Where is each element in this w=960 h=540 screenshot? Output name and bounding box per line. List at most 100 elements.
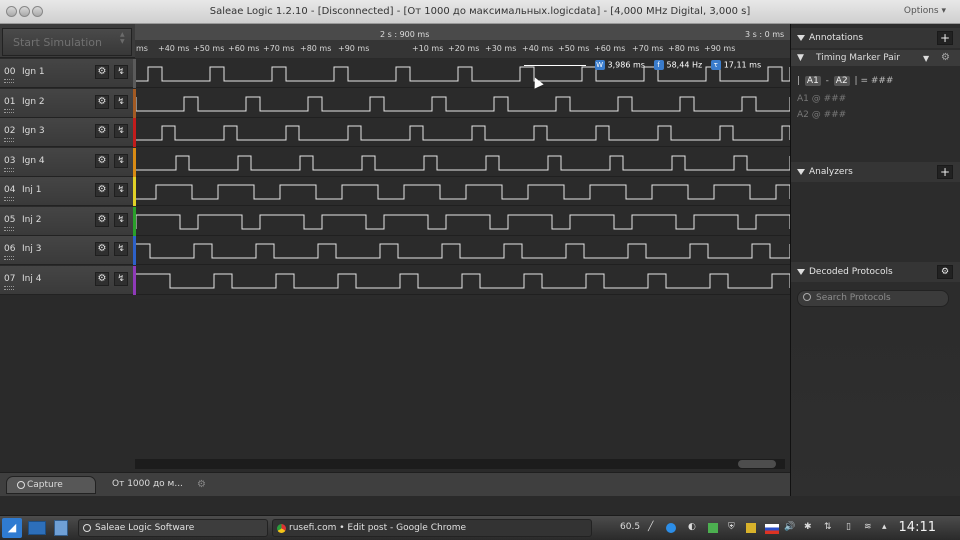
- trigger-icon[interactable]: ↯: [114, 271, 128, 286]
- ruler-tick-label: +90 ms: [338, 44, 370, 53]
- channel-waveform[interactable]: [136, 266, 790, 295]
- tray-app-icon[interactable]: [746, 523, 756, 533]
- tray-app-icon[interactable]: [708, 523, 718, 533]
- formula-a1[interactable]: A1: [804, 76, 821, 86]
- channel-row[interactable]: 06 Inj 3 ⚙ ↯: [0, 236, 135, 265]
- add-analyzer-button[interactable]: +: [937, 165, 953, 179]
- shield-icon[interactable]: ⛨: [728, 522, 735, 532]
- channel-name[interactable]: Ign 1: [22, 67, 45, 77]
- channel-number: 01: [4, 96, 16, 107]
- channel-row[interactable]: 05 Inj 2 ⚙ ↯: [0, 206, 135, 236]
- measure-bracket: [524, 64, 586, 66]
- channel-name[interactable]: Ign 3: [22, 126, 45, 136]
- trigger-icon[interactable]: ↯: [114, 212, 128, 227]
- tray-icon[interactable]: ◐: [688, 522, 696, 532]
- start-menu-icon[interactable]: ◢: [2, 518, 22, 538]
- add-annotation-button[interactable]: +: [937, 31, 953, 45]
- start-simulation-button[interactable]: Start Simulation: [2, 28, 132, 56]
- channel-settings-icon[interactable]: ⚙: [95, 212, 109, 227]
- tab-file[interactable]: От 1000 до м...: [100, 476, 200, 494]
- bluetooth-icon[interactable]: ✱: [804, 522, 812, 532]
- channel-name[interactable]: Inj 1: [22, 185, 41, 195]
- options-menu-button[interactable]: Options ▾: [904, 6, 946, 16]
- channel-name[interactable]: Ign 4: [22, 156, 45, 166]
- channel-settings-icon[interactable]: ⚙: [95, 242, 109, 256]
- channel-waveform[interactable]: [136, 89, 790, 118]
- app-tray-icon[interactable]: [666, 523, 676, 533]
- waveform-trace: [136, 243, 790, 259]
- channel-waveform[interactable]: [136, 236, 790, 265]
- trigger-icon[interactable]: ↯: [114, 183, 128, 197]
- channel-name[interactable]: Inj 3: [22, 244, 41, 254]
- trigger-icon[interactable]: ↯: [114, 153, 128, 168]
- timing-marker-label: Timing Marker Pair: [816, 53, 900, 63]
- trigger-icon[interactable]: ↯: [114, 65, 128, 79]
- channel-name[interactable]: Inj 2: [22, 215, 41, 225]
- keyboard-layout-flag-icon[interactable]: [765, 524, 779, 534]
- tray-expand-icon[interactable]: ▴: [882, 522, 887, 532]
- marker-gear-icon[interactable]: ⚙: [941, 52, 950, 63]
- ruler-tick-label: +60 ms: [228, 44, 260, 53]
- task-chrome-label: rusefi.com • Edit post - Google Chrome: [289, 523, 467, 533]
- drag-grip-icon[interactable]: [4, 256, 14, 260]
- channel-settings-icon[interactable]: ⚙: [95, 94, 109, 109]
- decoded-protocols-header[interactable]: Decoded Protocols ⚙: [791, 262, 960, 282]
- decoded-gear-icon[interactable]: ⚙: [937, 265, 953, 279]
- channel-waveform[interactable]: [136, 177, 790, 206]
- channel-settings-icon[interactable]: ⚙: [95, 183, 109, 197]
- trigger-icon[interactable]: ↯: [114, 124, 128, 138]
- channel-row[interactable]: 00 Ign 1 ⚙ ↯: [0, 59, 135, 88]
- ruler-tick-label: +50 ms: [558, 44, 590, 53]
- analyzers-header[interactable]: Analyzers +: [791, 162, 960, 182]
- channel-settings-icon[interactable]: ⚙: [95, 271, 109, 286]
- drag-grip-icon[interactable]: [4, 226, 14, 231]
- task-saleae[interactable]: Saleae Logic Software: [78, 519, 268, 537]
- task-chrome[interactable]: rusefi.com • Edit post - Google Chrome: [272, 519, 592, 537]
- ruler-tick-label: +10 ms: [412, 44, 444, 53]
- up-down-arrows-icon[interactable]: ▲ ▼: [120, 31, 125, 45]
- timing-marker-row[interactable]: ▼ Timing Marker Pair ▼ ⚙: [791, 50, 960, 66]
- drag-grip-icon[interactable]: [4, 197, 14, 201]
- channel-settings-icon[interactable]: ⚙: [95, 65, 109, 79]
- formula-a2[interactable]: A2: [833, 76, 850, 86]
- file-manager-icon[interactable]: [54, 520, 68, 536]
- wifi-icon[interactable]: ≋: [864, 522, 872, 532]
- channel-number: 06: [4, 244, 16, 254]
- channel-row[interactable]: 02 Ign 3 ⚙ ↯: [0, 118, 135, 147]
- waveform-trace: [136, 184, 790, 200]
- channel-row[interactable]: 01 Ign 2 ⚙ ↯: [0, 88, 135, 118]
- tab-capture[interactable]: Capture: [6, 476, 96, 494]
- volume-icon[interactable]: 🔊: [784, 522, 795, 532]
- drag-grip-icon[interactable]: [4, 108, 14, 113]
- channel-name[interactable]: Inj 4: [22, 274, 41, 284]
- channel-settings-icon[interactable]: ⚙: [95, 153, 109, 168]
- empty-capture-area: [0, 299, 790, 459]
- drag-grip-icon[interactable]: [4, 79, 14, 83]
- pen-icon[interactable]: ╱: [648, 522, 653, 532]
- channel-waveform[interactable]: [136, 207, 790, 236]
- drag-grip-icon[interactable]: [4, 138, 14, 142]
- drag-grip-icon[interactable]: [4, 285, 14, 290]
- annotations-header[interactable]: Annotations +: [791, 28, 960, 48]
- horizontal-scrollbar[interactable]: [135, 459, 785, 469]
- channel-waveform[interactable]: [136, 148, 790, 177]
- search-protocols-input[interactable]: Search Protocols: [797, 290, 949, 307]
- channel-waveform[interactable]: [136, 118, 790, 147]
- channel-row[interactable]: 07 Inj 4 ⚙ ↯: [0, 265, 135, 295]
- battery-icon[interactable]: ▯: [846, 522, 851, 532]
- tab-gear-icon[interactable]: ⚙: [197, 479, 206, 490]
- channel-row[interactable]: 04 Inj 1 ⚙ ↯: [0, 177, 135, 206]
- show-desktop-icon[interactable]: [28, 521, 46, 535]
- waveform-area[interactable]: [136, 59, 790, 299]
- chevron-down-icon[interactable]: ▼: [923, 54, 929, 63]
- scroll-thumb[interactable]: [738, 460, 776, 468]
- trigger-icon[interactable]: ↯: [114, 94, 128, 109]
- network-icon[interactable]: ⇅: [824, 522, 832, 532]
- waveform-trace: [136, 96, 790, 111]
- channel-name[interactable]: Ign 2: [22, 97, 45, 107]
- drag-grip-icon[interactable]: [4, 167, 14, 172]
- freq-badge: f: [653, 60, 664, 70]
- channel-row[interactable]: 03 Ign 4 ⚙ ↯: [0, 147, 135, 177]
- channel-settings-icon[interactable]: ⚙: [95, 124, 109, 138]
- trigger-icon[interactable]: ↯: [114, 242, 128, 256]
